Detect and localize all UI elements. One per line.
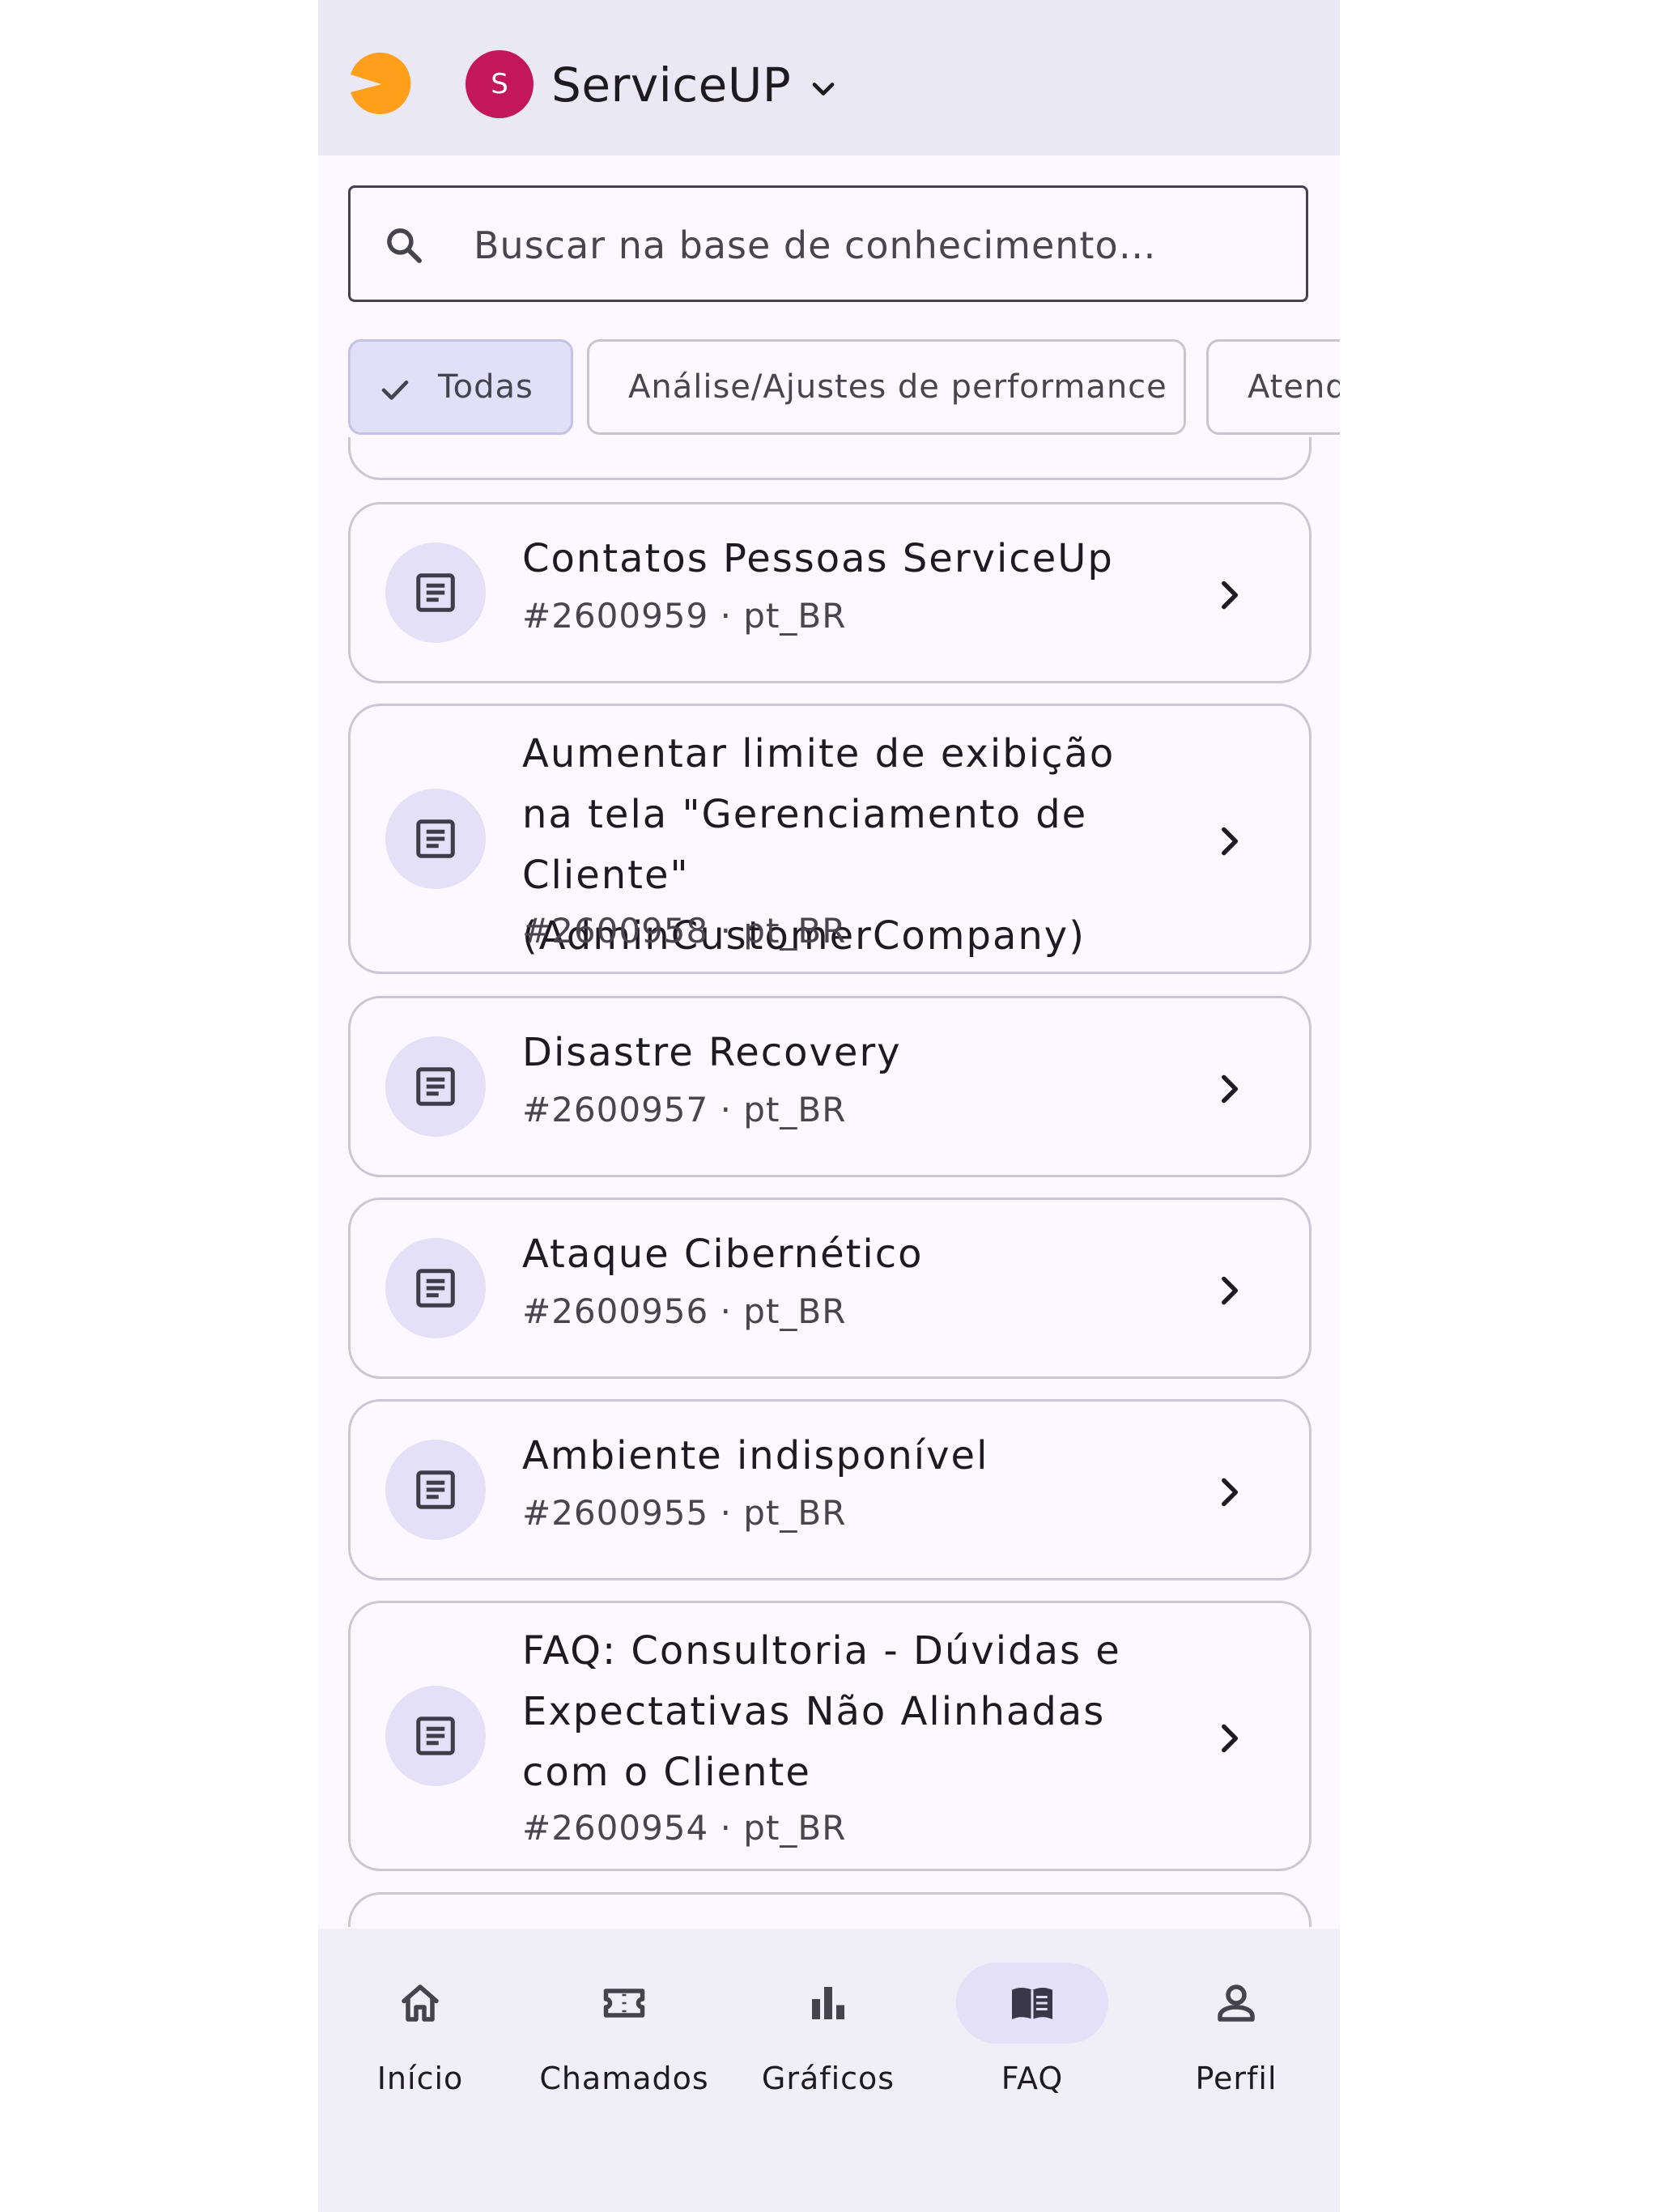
pacman-logo-icon <box>351 52 411 114</box>
article-icon-badge <box>385 789 486 889</box>
list-item[interactable]: Disastre Recovery #2600957 · pt_BR <box>348 996 1312 1177</box>
nav-inicio[interactable]: Início <box>318 1929 522 2172</box>
article-meta: #2600955 · pt_BR <box>522 1493 847 1533</box>
search-icon <box>387 228 422 263</box>
home-icon <box>402 1984 439 2022</box>
search-input[interactable] <box>472 212 1269 279</box>
nav-graficos[interactable]: Gráficos <box>726 1929 930 2172</box>
article-meta: #2600956 · pt_BR <box>522 1291 847 1331</box>
article-meta: #2600954 · pt_BR <box>522 1808 847 1848</box>
chip-todas[interactable]: Todas <box>348 339 573 435</box>
article-title: Ataque Cibernético <box>522 1231 924 1277</box>
category-chips: Todas Análise/Ajustes de performance Ate… <box>348 339 1340 435</box>
nav-faq[interactable]: FAQ <box>930 1929 1134 2172</box>
article-icon <box>416 1716 455 1755</box>
article-icon <box>416 1470 455 1509</box>
chevron-right-icon <box>1222 1724 1239 1753</box>
article-meta: #2600957 · pt_BR <box>522 1090 847 1129</box>
nav-label: Início <box>376 2061 464 2096</box>
bottom-navigation: Início Chamados Gráficos FAQ Perfil <box>318 1929 1340 2212</box>
list-item-partial[interactable] <box>348 1892 1312 1927</box>
nav-label: FAQ <box>1001 2061 1064 2096</box>
list-item[interactable]: Ataque Cibernético #2600956 · pt_BR <box>348 1197 1312 1379</box>
article-icon-badge <box>385 1238 486 1338</box>
chip-analise-performance[interactable]: Análise/Ajustes de performance <box>587 339 1186 435</box>
nav-chamados[interactable]: Chamados <box>522 1929 726 2172</box>
list-item[interactable]: FAQ: Consultoria - Dúvidas e Expectativa… <box>348 1601 1312 1871</box>
article-title: FAQ: Consultoria - Dúvidas e Expectativa… <box>522 1628 1121 1795</box>
check-icon <box>381 380 409 400</box>
article-title: Ambiente indisponível <box>522 1433 989 1478</box>
article-icon-badge <box>385 1440 486 1540</box>
list-item[interactable]: Aumentar limite de exibição na tela "Ger… <box>348 704 1312 974</box>
person-icon <box>1218 1984 1255 2022</box>
article-icon <box>416 573 455 612</box>
chevron-down-icon[interactable] <box>806 71 841 107</box>
search-field[interactable] <box>348 185 1308 302</box>
nav-label: Chamados <box>539 2061 709 2096</box>
nav-label: Perfil <box>1195 2061 1278 2096</box>
chevron-right-icon <box>1222 827 1239 856</box>
nav-perfil[interactable]: Perfil <box>1134 1929 1338 2172</box>
article-list: Contatos Pessoas ServiceUp #2600959 · pt… <box>348 437 1312 1927</box>
list-item-partial[interactable] <box>348 437 1312 480</box>
app-screen: S ServiceUP Todas Análise/Ajustes de per… <box>318 0 1340 2212</box>
article-title: Disastre Recovery <box>522 1030 902 1075</box>
bar-chart-icon <box>812 1987 844 2019</box>
ticket-icon <box>603 1989 645 2018</box>
article-icon <box>416 1269 455 1308</box>
article-icon <box>416 819 455 858</box>
workspace-title[interactable]: ServiceUP <box>551 57 791 113</box>
article-icon-badge <box>385 542 486 643</box>
chip-label: Atendimento <box>1248 368 1340 406</box>
chip-label: Análise/Ajustes de performance <box>628 368 1167 406</box>
chevron-right-icon <box>1222 581 1239 610</box>
article-title: Contatos Pessoas ServiceUp <box>522 536 1114 581</box>
chip-atendimento[interactable]: Atendimento <box>1206 339 1340 435</box>
book-icon <box>1012 1987 1052 2019</box>
article-icon-badge <box>385 1686 486 1786</box>
article-meta: #2600959 · pt_BR <box>522 596 847 636</box>
article-meta: #2600958 · pt_BR <box>522 911 847 951</box>
chip-label: Todas <box>438 368 534 406</box>
chevron-right-icon <box>1222 1478 1239 1507</box>
article-icon-badge <box>385 1036 486 1137</box>
avatar[interactable]: S <box>466 50 534 118</box>
app-bar: S ServiceUP <box>318 0 1340 155</box>
nav-label: Gráficos <box>761 2061 895 2096</box>
list-item[interactable]: Ambiente indisponível #2600955 · pt_BR <box>348 1399 1312 1580</box>
chevron-right-icon <box>1222 1074 1239 1104</box>
article-icon <box>416 1067 455 1106</box>
chevron-right-icon <box>1222 1276 1239 1305</box>
list-item[interactable]: Contatos Pessoas ServiceUp #2600959 · pt… <box>348 502 1312 683</box>
